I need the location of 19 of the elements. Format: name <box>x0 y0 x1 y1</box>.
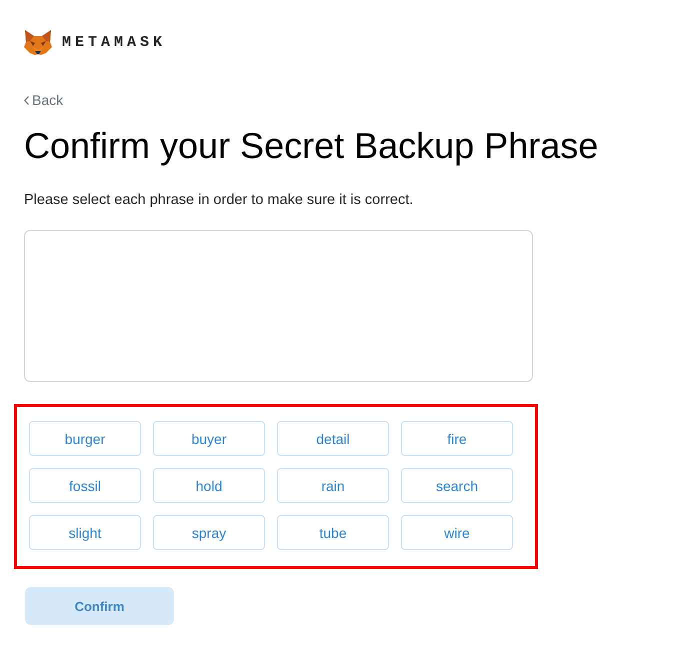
word-button[interactable]: hold <box>153 468 265 503</box>
word-button[interactable]: detail <box>277 421 389 456</box>
word-button[interactable]: fire <box>401 421 513 456</box>
word-button[interactable]: slight <box>29 515 141 550</box>
word-button[interactable]: burger <box>29 421 141 456</box>
word-button[interactable]: buyer <box>153 421 265 456</box>
chevron-left-icon <box>24 96 29 104</box>
page-title: Confirm your Secret Backup Phrase <box>24 125 598 167</box>
fox-logo-icon <box>24 29 52 55</box>
back-link[interactable]: Back <box>24 91 64 109</box>
word-button[interactable]: search <box>401 468 513 503</box>
brand-name: METAMASK <box>62 34 166 50</box>
word-button[interactable]: fossil <box>29 468 141 503</box>
answer-box[interactable] <box>24 230 533 382</box>
word-button[interactable]: spray <box>153 515 265 550</box>
word-button[interactable]: wire <box>401 515 513 550</box>
instructions-text: Please select each phrase in order to make sure it is correct. <box>24 191 414 209</box>
word-button[interactable]: tube <box>277 515 389 550</box>
word-button[interactable]: rain <box>277 468 389 503</box>
